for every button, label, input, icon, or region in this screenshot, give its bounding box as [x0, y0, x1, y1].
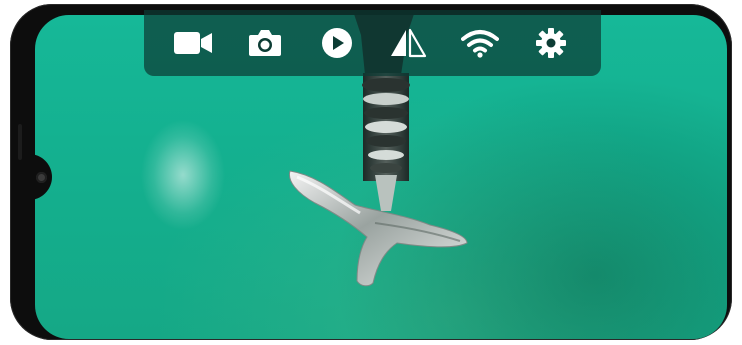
mirror-button[interactable] — [382, 17, 434, 69]
take-photo-button[interactable] — [239, 17, 291, 69]
wifi-icon — [460, 30, 499, 58]
camera-toolbar — [144, 10, 601, 76]
camera-icon — [249, 30, 282, 56]
video-camera-icon — [173, 32, 212, 54]
settings-button[interactable] — [525, 17, 577, 69]
wifi-button[interactable] — [454, 17, 506, 69]
record-video-button[interactable] — [168, 17, 220, 69]
front-camera — [36, 172, 47, 183]
side-button — [18, 124, 22, 160]
play-icon — [321, 28, 352, 58]
mirror-flip-icon — [391, 28, 427, 58]
play-button[interactable] — [311, 17, 363, 69]
gear-icon — [536, 28, 567, 58]
